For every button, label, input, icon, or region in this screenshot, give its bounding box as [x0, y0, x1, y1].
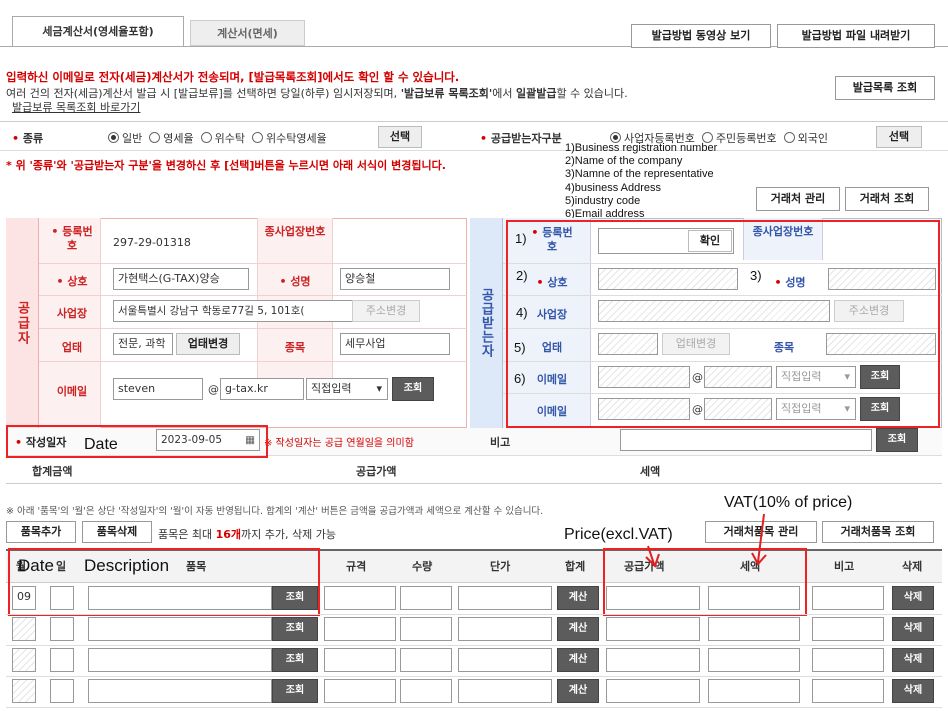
item-item-name-input[interactable]	[88, 679, 272, 703]
item-unit-price-input[interactable]	[458, 617, 552, 641]
item-calc-button[interactable]: 계산	[557, 679, 599, 703]
item-row-line	[6, 707, 942, 708]
item-item-name-input[interactable]	[88, 648, 272, 672]
item-delete-button[interactable]: 삭제	[892, 648, 934, 672]
item-qty-input[interactable]	[400, 586, 452, 610]
item-calc-button[interactable]: 계산	[557, 648, 599, 672]
item-tax-input[interactable]	[708, 617, 800, 641]
item-day-input[interactable]	[50, 648, 74, 672]
item-item-name-input[interactable]	[88, 617, 272, 641]
item-delete-button[interactable]: 삭제	[892, 617, 934, 641]
item-unit-price-input[interactable]	[458, 679, 552, 703]
item-memo-input[interactable]	[812, 586, 884, 610]
item-qty-input[interactable]	[400, 617, 452, 641]
item-item-name-input[interactable]	[88, 586, 272, 610]
price-arrow-icon	[645, 545, 660, 568]
item-row-line	[6, 676, 942, 677]
item-tax-input[interactable]	[708, 679, 800, 703]
item-unit-price-input[interactable]	[458, 648, 552, 672]
item-spec-input[interactable]	[324, 648, 396, 672]
item-delete-button[interactable]: 삭제	[892, 679, 934, 703]
item-day-input[interactable]	[50, 679, 74, 703]
item-tax-input[interactable]	[708, 586, 800, 610]
item-qty-input[interactable]	[400, 679, 452, 703]
item-lookup-row-button[interactable]: 조회	[272, 648, 318, 672]
item-supply-input[interactable]	[606, 617, 700, 641]
item-month-input[interactable]	[12, 679, 36, 703]
item-qty-input[interactable]	[400, 648, 452, 672]
item-calc-button[interactable]: 계산	[557, 586, 599, 610]
item-memo-input[interactable]	[812, 617, 884, 641]
item-row-line	[6, 614, 942, 615]
item-calc-button[interactable]: 계산	[557, 617, 599, 641]
item-supply-input[interactable]	[606, 648, 700, 672]
item-supply-input[interactable]	[606, 586, 700, 610]
vat-arrow-icon	[751, 513, 767, 566]
item-row-line	[6, 645, 942, 646]
item-lookup-row-button[interactable]: 조회	[272, 617, 318, 641]
item-supply-input[interactable]	[606, 679, 700, 703]
item-spec-input[interactable]	[324, 617, 396, 641]
item-tax-input[interactable]	[708, 648, 800, 672]
item-memo-input[interactable]	[812, 679, 884, 703]
item-spec-input[interactable]	[324, 586, 396, 610]
item-lookup-row-button[interactable]: 조회	[272, 586, 318, 610]
item-month-input[interactable]	[12, 617, 36, 641]
item-delete-button[interactable]: 삭제	[892, 586, 934, 610]
item-month-input[interactable]: 09	[12, 586, 36, 610]
item-day-input[interactable]	[50, 617, 74, 641]
item-unit-price-input[interactable]	[458, 586, 552, 610]
item-memo-input[interactable]	[812, 648, 884, 672]
item-lookup-row-button[interactable]: 조회	[272, 679, 318, 703]
item-spec-input[interactable]	[324, 679, 396, 703]
item-month-input[interactable]	[12, 648, 36, 672]
item-day-input[interactable]	[50, 586, 74, 610]
